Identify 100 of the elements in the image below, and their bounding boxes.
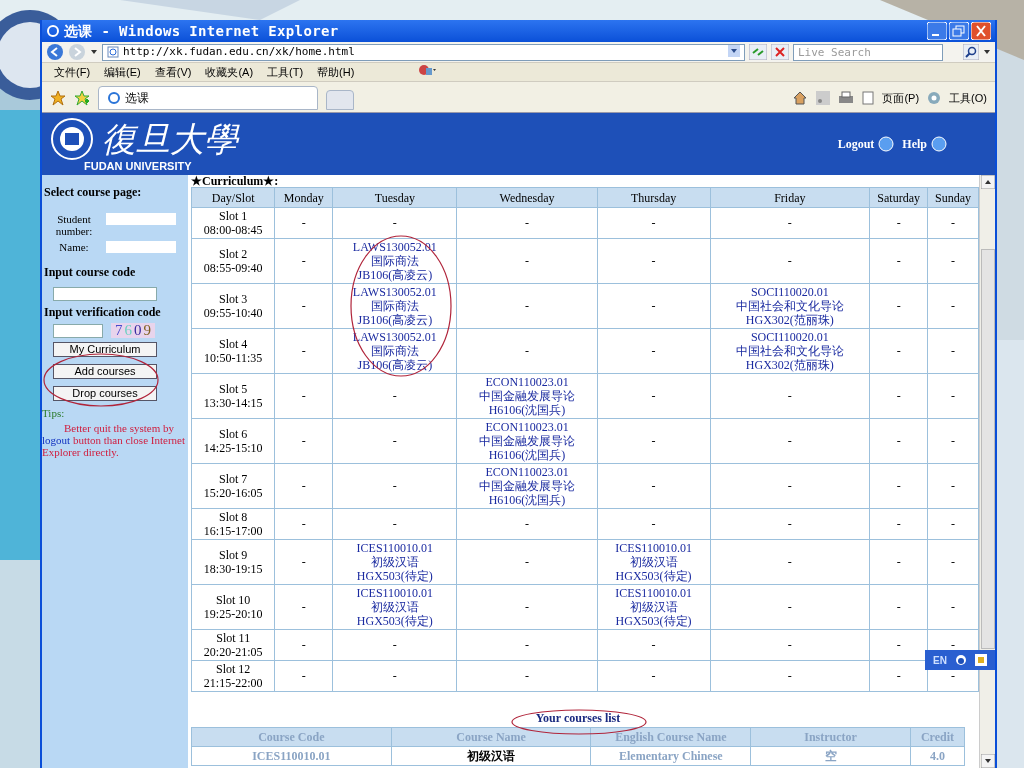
table-cell: - (597, 238, 711, 284)
tools-menu[interactable]: 工具(O) (949, 89, 987, 106)
table-cell: - (927, 328, 979, 374)
scroll-down-icon[interactable] (980, 754, 995, 768)
table-cell: - (597, 328, 711, 374)
table-cell: - (927, 207, 979, 239)
minimize-button[interactable] (927, 22, 947, 40)
table-cell: - (456, 629, 598, 661)
column-header: Sunday (927, 187, 979, 208)
menu-item[interactable]: 编辑(E) (104, 63, 141, 81)
table-cell: - (332, 418, 457, 464)
column-header: Thursday (597, 187, 711, 208)
search-icon[interactable] (963, 44, 979, 60)
table-cell: - (456, 328, 598, 374)
page-menu[interactable]: 页面(P) (882, 89, 920, 106)
menu-item[interactable]: 文件(F) (54, 63, 91, 81)
column-header: Tuesday (332, 187, 457, 208)
menu-item[interactable]: 查看(V) (154, 63, 192, 81)
window-title: 选课 - Windows Internet Explorer (64, 21, 339, 41)
logout-link[interactable]: Logout (837, 135, 875, 153)
stop-button[interactable] (771, 44, 789, 60)
language-bar[interactable]: EN (925, 650, 995, 670)
url-text: http://xk.fudan.edu.cn/xk/home.html (123, 43, 355, 60)
help-link[interactable]: Help (902, 135, 927, 153)
search-field[interactable]: Live Search (793, 43, 943, 61)
refresh-button[interactable] (749, 44, 767, 60)
action-button[interactable]: My Curriculum (53, 342, 157, 357)
menu-item[interactable]: 工具(T) (267, 63, 304, 81)
table-cell: - (274, 238, 333, 284)
back-button[interactable] (46, 43, 64, 61)
menu-item[interactable]: 帮助(H) (317, 63, 355, 81)
action-button[interactable]: Drop courses (53, 386, 157, 401)
table-cell: - (927, 463, 979, 509)
table-cell: - (456, 207, 598, 239)
table-cell: - (274, 328, 333, 374)
table-cell: - (456, 660, 598, 692)
table-cell: Slot 4 10:50-11:35 (191, 328, 275, 374)
action-button[interactable]: Add courses (53, 364, 157, 379)
column-header: Friday (710, 187, 870, 208)
translate-icon[interactable] (418, 63, 437, 77)
table-cell: - (456, 508, 598, 540)
dropdown-icon[interactable] (728, 45, 740, 57)
table-cell: ECON110023.01 中国金融发展导论 H6106(沈国兵) (456, 463, 598, 509)
address-field[interactable]: http://xk.fudan.edu.cn/xk/home.html (102, 43, 745, 61)
column-header: Credit (910, 727, 965, 747)
table-cell: Slot 12 21:15-22:00 (191, 660, 275, 692)
table-cell: - (274, 539, 333, 585)
tips-text: Better quit the system by logout button than close Internet Explorer directly. (42, 421, 186, 458)
table-cell: - (710, 508, 870, 540)
table-cell: - (597, 418, 711, 464)
table-cell: Slot 3 09:55-10:40 (191, 283, 275, 329)
table-cell: - (869, 373, 928, 419)
table-cell: - (274, 584, 333, 630)
table-cell: - (274, 660, 333, 692)
logout-link[interactable]: logout (42, 433, 71, 446)
favorites-star-icon[interactable] (50, 90, 66, 106)
table-cell: - (456, 283, 598, 329)
table-cell: - (710, 207, 870, 239)
gear-icon[interactable] (927, 90, 942, 105)
course-code-field[interactable] (53, 287, 157, 301)
table-cell: - (927, 418, 979, 464)
column-header: Instructor (750, 727, 911, 747)
table-cell: ICES110010.01 初级汉语 HGX503(待定) (597, 539, 711, 585)
table-cell: Slot 5 13:30-14:15 (191, 373, 275, 419)
table-cell: - (274, 508, 333, 540)
table-cell: - (597, 508, 711, 540)
column-header: English Course Name (590, 727, 751, 747)
restore-button[interactable] (949, 22, 969, 40)
table-cell: - (274, 463, 333, 509)
table-cell: - (597, 463, 711, 509)
table-cell: - (869, 508, 928, 540)
add-favorites-icon[interactable] (74, 90, 90, 106)
dropdown-icon[interactable] (983, 48, 991, 56)
dropdown-icon[interactable] (90, 48, 98, 56)
home-icon[interactable] (792, 90, 809, 105)
table-cell: - (332, 629, 457, 661)
print-icon[interactable] (838, 90, 855, 105)
table-cell: - (597, 283, 711, 329)
table-cell: ICES110010.01 初级汉语 HGX503(待定) (597, 584, 711, 630)
table-cell: Elementary Chinese (590, 746, 751, 766)
ie-icon (46, 24, 60, 38)
table-cell: 初级汉语 (391, 746, 591, 766)
table-cell: - (274, 629, 333, 661)
scroll-thumb[interactable] (980, 249, 995, 649)
table-cell: - (710, 463, 870, 509)
table-cell: - (869, 463, 928, 509)
table-cell: ECON110023.01 中国金融发展导论 H6106(沈国兵) (456, 418, 598, 464)
close-button[interactable] (971, 22, 991, 40)
tab-label: 选课 (125, 90, 149, 107)
table-cell: - (869, 418, 928, 464)
menu-item[interactable]: 收藏夹(A) (205, 63, 254, 81)
scroll-up-icon[interactable] (980, 175, 995, 189)
table-cell: - (597, 373, 711, 419)
table-cell: - (332, 207, 457, 239)
column-header: Saturday (869, 187, 928, 208)
table-cell: SOCI110020.01 中国社会和文化导论 HGX302(范丽珠) (710, 283, 870, 329)
scrollbar[interactable] (979, 175, 995, 768)
browser-tab[interactable]: 选课 (98, 86, 318, 110)
verification-field[interactable] (53, 323, 103, 338)
table-cell: - (456, 539, 598, 585)
